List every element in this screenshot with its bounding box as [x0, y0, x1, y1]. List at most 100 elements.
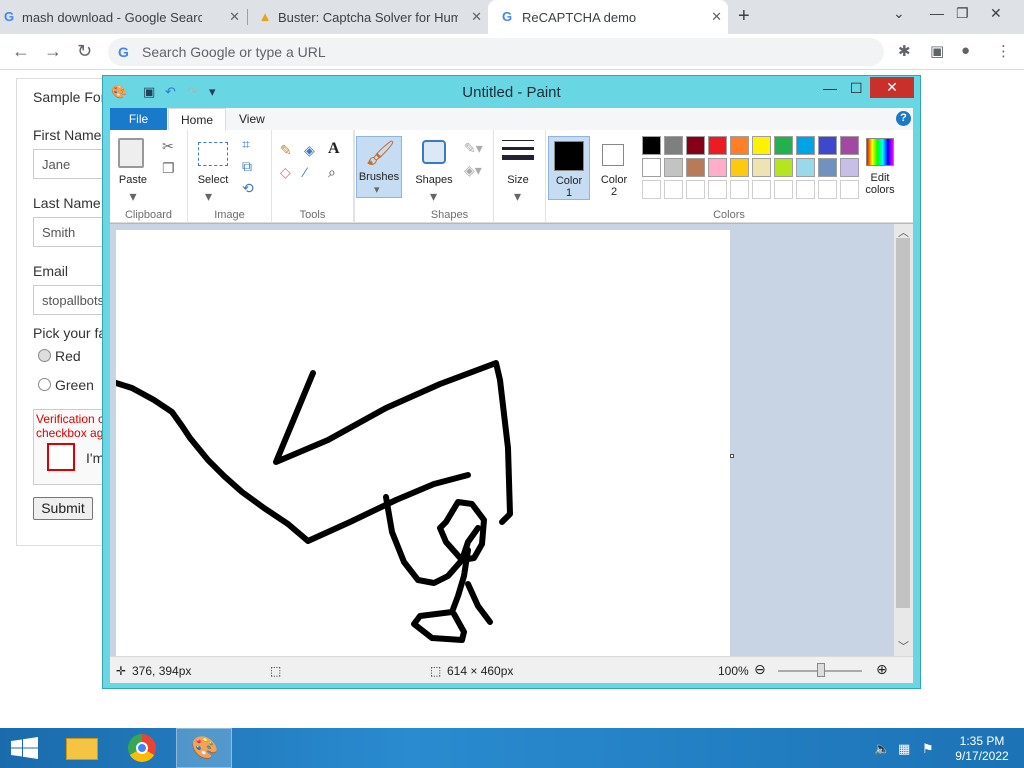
side-panel-icon[interactable]: ▣ [930, 42, 944, 60]
palette-swatch[interactable] [730, 158, 749, 177]
select-icon[interactable] [198, 142, 228, 166]
radio-green[interactable] [38, 378, 51, 391]
new-tab-icon[interactable]: + [738, 5, 750, 28]
reload-icon[interactable]: ↻ [77, 41, 92, 62]
palette-swatch[interactable] [840, 158, 859, 177]
palette-swatch[interactable] [840, 136, 859, 155]
tab-home[interactable]: Home [168, 108, 226, 131]
palette-swatch[interactable] [796, 136, 815, 155]
tab-recaptcha-demo[interactable]: G ReCAPTCHA demo ✕ [488, 0, 728, 34]
custom-color-swatch[interactable] [818, 180, 837, 199]
custom-color-swatch[interactable] [642, 180, 661, 199]
network-icon[interactable]: ▦ [898, 741, 910, 757]
drawing-canvas[interactable] [113, 230, 730, 656]
copy-icon[interactable]: ❐ [162, 160, 175, 177]
tab-file[interactable]: File [110, 108, 167, 130]
scroll-down-icon[interactable]: ﹀ [898, 638, 909, 654]
menu-icon[interactable]: ⋮ [996, 42, 1011, 60]
cut-icon[interactable]: ✂ [162, 138, 174, 155]
eraser-icon[interactable]: ◇ [280, 164, 291, 181]
color2-button[interactable]: Color 2 [594, 136, 634, 200]
palette-swatch[interactable] [686, 136, 705, 155]
custom-color-swatch[interactable] [752, 180, 771, 199]
file-explorer-button[interactable] [54, 728, 110, 768]
help-icon[interactable]: ? [896, 111, 911, 126]
close-tab-icon[interactable]: ✕ [471, 9, 482, 25]
tab-google-search[interactable]: G mash download - Google Search ✕ [0, 0, 246, 34]
shapes-button[interactable]: Shapes [414, 174, 454, 186]
edit-colors-button[interactable]: Edit colors [858, 136, 902, 200]
zoom-in-icon[interactable]: ⊕ [876, 661, 888, 678]
palette-swatch[interactable] [664, 158, 683, 177]
outline-icon[interactable]: ✎▾ [464, 140, 483, 157]
palette-swatch[interactable] [774, 158, 793, 177]
resize-handle[interactable] [730, 454, 734, 458]
custom-color-swatch[interactable] [730, 180, 749, 199]
close-window-icon[interactable]: ✕ [990, 5, 1002, 22]
custom-color-swatch[interactable] [664, 180, 683, 199]
action-center-icon[interactable]: ⚑ [922, 741, 934, 757]
size-dropdown-icon[interactable]: ▾ [514, 188, 521, 205]
extensions-icon[interactable]: ✱ [898, 42, 911, 60]
color-picker-icon[interactable]: ⁄ [304, 164, 306, 180]
captcha-checkbox[interactable] [47, 443, 75, 471]
palette-swatch[interactable] [686, 158, 705, 177]
submit-button[interactable]: Submit [33, 497, 93, 520]
magnifier-icon[interactable]: ⌕ [328, 164, 336, 181]
palette-swatch[interactable] [818, 136, 837, 155]
text-icon[interactable]: A [328, 140, 340, 158]
shapes-icon[interactable] [422, 140, 446, 164]
crop-icon[interactable]: ⌗ [242, 136, 250, 153]
close-tab-icon[interactable]: ✕ [229, 9, 240, 25]
custom-color-swatch[interactable] [796, 180, 815, 199]
custom-color-swatch[interactable] [708, 180, 727, 199]
color1-button[interactable]: Color 1 [548, 136, 590, 200]
omnibox[interactable]: G Search Google or type a URL [108, 38, 884, 66]
palette-swatch[interactable] [774, 136, 793, 155]
back-icon[interactable]: ← [12, 41, 30, 62]
maximize-icon[interactable]: ☐ [850, 80, 863, 97]
vertical-scrollbar[interactable]: ︿ ﹀ [894, 224, 913, 656]
fill-icon[interactable]: ◈ [304, 142, 315, 159]
brushes-button[interactable]: 🖌 Brushes ▾ [356, 136, 402, 198]
tab-view[interactable]: View [239, 112, 265, 126]
minimize-icon[interactable]: — [823, 80, 837, 96]
pencil-icon[interactable]: ✎ [280, 142, 292, 159]
volume-muted-icon[interactable]: 🔈 [874, 741, 890, 757]
zoom-out-icon[interactable]: ⊖ [754, 661, 766, 678]
palette-swatch[interactable] [752, 136, 771, 155]
paint-title-bar[interactable]: 🎨 ▣ ↶ ↷ ▾ Untitled - Paint — ☐ ✕ [103, 76, 920, 108]
tab-buster[interactable]: ▲ Buster: Captcha Solver for Huma ✕ [256, 0, 488, 34]
size-button[interactable]: Size [498, 174, 538, 186]
paste-icon[interactable] [118, 138, 144, 168]
palette-swatch[interactable] [642, 136, 661, 155]
restore-icon[interactable]: ❐ [956, 5, 969, 22]
scrollbar-thumb[interactable] [896, 238, 910, 608]
resize-icon[interactable]: ⧉ [242, 158, 252, 175]
rotate-icon[interactable]: ⟲ [242, 180, 254, 197]
palette-swatch[interactable] [818, 158, 837, 177]
start-button[interactable] [0, 728, 50, 768]
palette-swatch[interactable] [642, 158, 661, 177]
fill-shape-icon[interactable]: ◈▾ [464, 162, 482, 179]
paint-taskbar-button[interactable]: 🎨 [176, 728, 232, 768]
palette-swatch[interactable] [796, 158, 815, 177]
chrome-button[interactable] [114, 728, 170, 768]
profile-icon[interactable]: ● [961, 42, 970, 59]
close-icon[interactable]: ✕ [870, 77, 914, 98]
custom-color-swatch[interactable] [686, 180, 705, 199]
taskbar-clock[interactable]: 1:35 PM 9/17/2022 [944, 734, 1020, 764]
palette-swatch[interactable] [664, 136, 683, 155]
zoom-slider-thumb[interactable] [817, 663, 825, 677]
select-dropdown-icon[interactable]: ▾ [205, 188, 212, 205]
paste-dropdown-icon[interactable]: ▾ [118, 188, 148, 205]
forward-icon[interactable]: → [44, 41, 62, 62]
shapes-dropdown-icon[interactable]: ▾ [430, 188, 437, 205]
select-button[interactable]: Select [196, 174, 230, 186]
tab-search-icon[interactable]: ⌄ [893, 5, 905, 22]
palette-swatch[interactable] [708, 158, 727, 177]
palette-swatch[interactable] [730, 136, 749, 155]
paste-button[interactable]: Paste [116, 174, 150, 186]
palette-swatch[interactable] [752, 158, 771, 177]
radio-red[interactable] [38, 349, 51, 362]
